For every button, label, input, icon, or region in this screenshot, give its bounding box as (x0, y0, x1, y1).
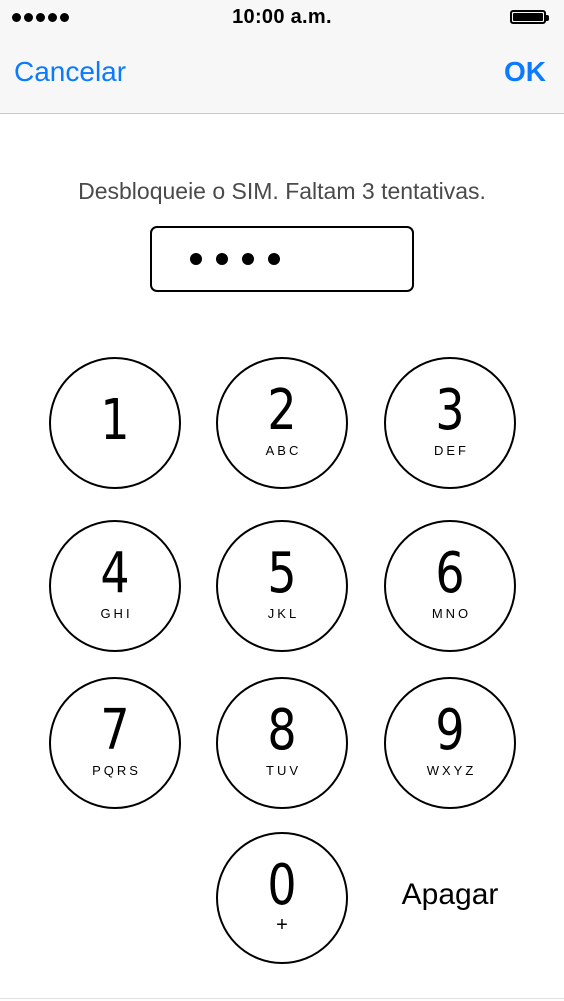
key-letters: DEF (434, 443, 469, 458)
pin-dots (190, 253, 280, 265)
divider (0, 998, 564, 999)
key-digit: 4 (100, 541, 130, 606)
key-digit: 0 (267, 853, 297, 918)
key-4[interactable]: 4 GHI (49, 520, 181, 652)
key-digit: 3 (435, 378, 465, 443)
key-digit: 7 (100, 698, 130, 763)
key-6[interactable]: 6 MNO (384, 520, 516, 652)
key-digit: 6 (435, 541, 465, 606)
pin-dot (268, 253, 280, 265)
battery-level (513, 13, 543, 21)
key-9[interactable]: 9 WXYZ (384, 677, 516, 809)
cancel-button[interactable]: Cancelar (14, 56, 126, 88)
pin-dot (242, 253, 254, 265)
key-5[interactable]: 5 JKL (216, 520, 348, 652)
delete-button[interactable]: Apagar (380, 878, 520, 912)
key-3[interactable]: 3 DEF (384, 357, 516, 489)
key-1[interactable]: 1 (49, 357, 181, 489)
key-letters: JKL (267, 606, 300, 621)
key-7[interactable]: 7 PQRS (49, 677, 181, 809)
ok-button[interactable]: OK (504, 56, 546, 88)
key-digit: 5 (267, 541, 297, 606)
battery-nub (546, 15, 549, 21)
pin-dot (216, 253, 228, 265)
pin-field[interactable] (150, 226, 414, 292)
status-bar: 10:00 a.m. (0, 0, 564, 34)
key-0[interactable]: 0 + (216, 832, 348, 964)
key-letters: MNO (431, 606, 472, 621)
status-time: 10:00 a.m. (232, 6, 332, 28)
key-letters: WXYZ (426, 763, 477, 778)
key-letters: GHI (100, 606, 133, 621)
key-8[interactable]: 8 TUV (216, 677, 348, 809)
key-letters: ABC (265, 443, 302, 458)
key-digit: 9 (435, 698, 465, 763)
nav-bar: Cancelar OK (0, 34, 564, 114)
key-digit: 8 (267, 698, 297, 763)
key-2[interactable]: 2 ABC (216, 357, 348, 489)
key-letters: PQRS (92, 763, 141, 778)
key-digit: 2 (267, 378, 297, 443)
key-letters: TUV (266, 763, 301, 778)
unlock-prompt: Desbloqueie o SIM. Faltam 3 tentativas. (78, 178, 486, 204)
battery-full-icon (510, 10, 549, 24)
key-plus: + (276, 914, 288, 936)
key-digit: 1 (100, 388, 130, 453)
pin-dot (190, 253, 202, 265)
